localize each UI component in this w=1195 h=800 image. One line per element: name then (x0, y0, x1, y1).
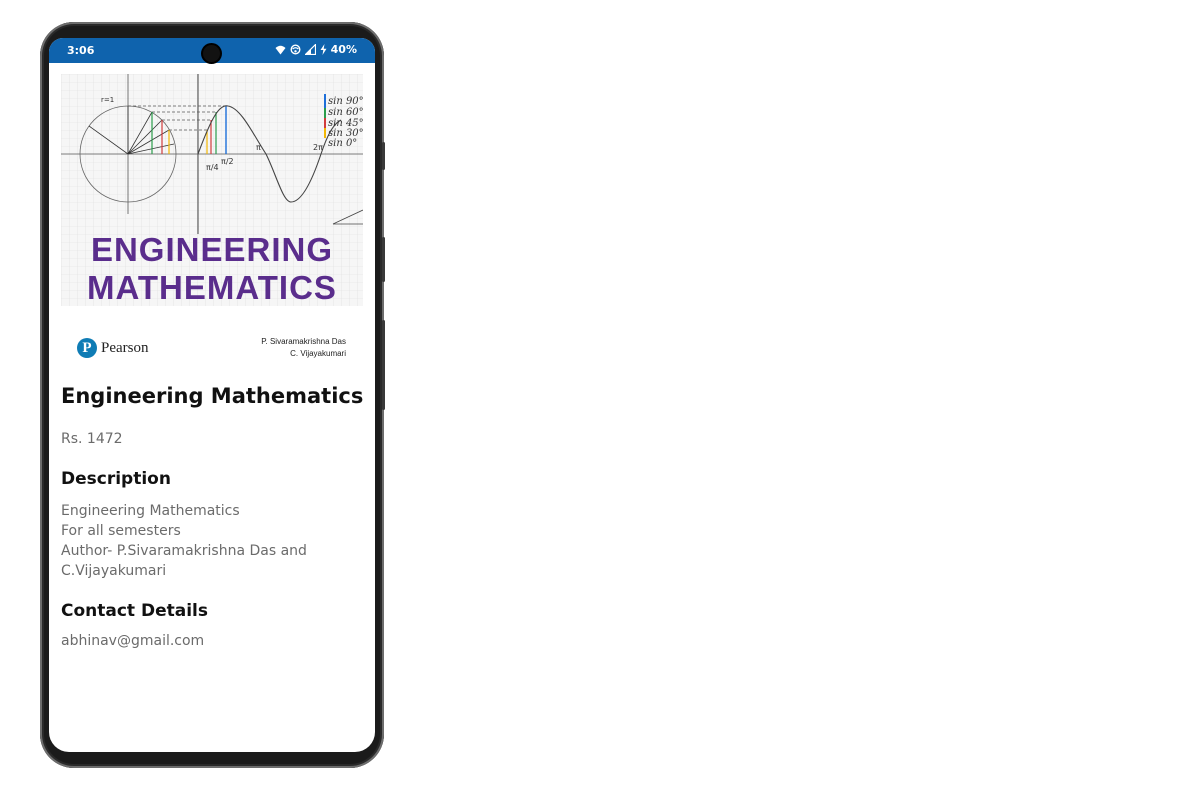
status-time: 3:06 (67, 44, 95, 57)
description-line: For all semesters (61, 523, 181, 539)
contact-email[interactable]: abhinav@gmail.com (61, 633, 366, 649)
trig-label: sin 90° (328, 96, 363, 107)
wifi-icon (275, 45, 286, 55)
author-2: C. Vijayakumari (290, 349, 346, 358)
pearson-logo: P Pearson (77, 338, 149, 358)
status-bar: 3:06 40% (49, 38, 375, 63)
svg-text:π/4: π/4 (206, 163, 219, 172)
cover-authors: P. Sivaramakrishna Das C. Vijayakumari (261, 336, 346, 360)
author-1: P. Sivaramakrishna Das (261, 337, 346, 346)
signal-icon (304, 44, 316, 55)
trig-label: sin 60° (328, 107, 363, 118)
description-line: Author- P.Sivaramakrishna Das and (61, 543, 307, 559)
publisher-strip: P Pearson P. Sivaramakrishna Das C. Vija… (61, 328, 366, 384)
trig-label: sin 0° (328, 138, 357, 149)
charging-icon (320, 44, 327, 55)
battery-percent: 40% (330, 43, 357, 56)
svg-text:π: π (256, 143, 261, 152)
description-line: C.Vijayakumari (61, 563, 167, 579)
product-title: Engineering Mathematics (61, 384, 364, 408)
front-camera (203, 45, 220, 62)
description-heading: Description (61, 469, 171, 489)
listing-content: π/4 π/2 π 2π r=1 sin 90° sin 60° sin 45°… (61, 74, 366, 649)
status-icons: 40% (275, 43, 357, 56)
cover-title-line1: ENGINEERING (90, 231, 334, 268)
cover-title-line2: MATHEMATICS (87, 269, 337, 306)
product-price: Rs. 1472 (61, 431, 123, 447)
publisher-name: Pearson (101, 339, 149, 356)
book-cover-image[interactable]: π/4 π/2 π 2π r=1 sin 90° sin 60° sin 45°… (61, 74, 363, 306)
screen: 3:06 40% π/4 π/2 π 2π r=1 sin 90° sin 60… (49, 38, 375, 752)
pearson-p-icon: P (77, 338, 97, 358)
description-line: Engineering Mathematics (61, 503, 240, 519)
volume-down-button (382, 320, 385, 410)
svg-text:r=1: r=1 (101, 96, 114, 104)
hotspot-icon (290, 44, 301, 55)
svg-text:π/2: π/2 (221, 157, 234, 166)
volume-up-button (382, 237, 385, 282)
contact-heading: Contact Details (61, 601, 208, 621)
power-button (382, 142, 385, 170)
svg-text:2π: 2π (313, 143, 323, 152)
description-text: Engineering Mathematics For all semester… (61, 501, 366, 581)
phone-frame: 3:06 40% π/4 π/2 π 2π r=1 sin 90° sin 60… (40, 22, 385, 768)
